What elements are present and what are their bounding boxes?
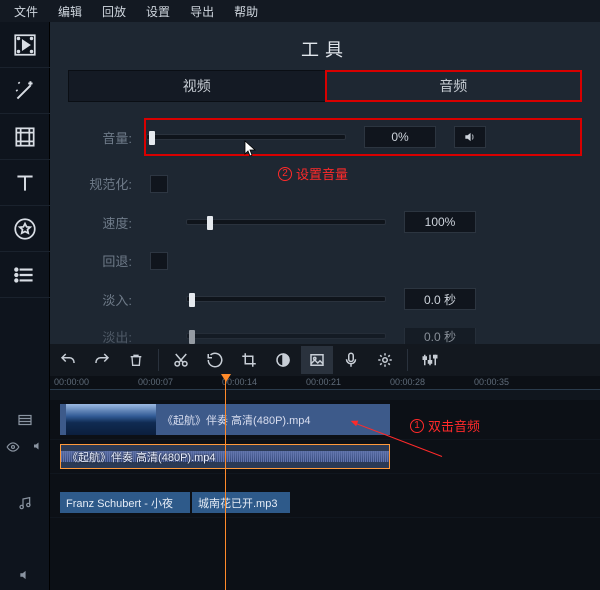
speaker-icon[interactable]	[454, 126, 486, 148]
track-music: Franz Schubert - 小夜 城南花已开.mp3	[50, 488, 600, 518]
slider-fadein[interactable]	[186, 296, 386, 302]
value-speed[interactable]: 100%	[404, 211, 476, 233]
equalizer-icon[interactable]	[414, 346, 446, 374]
clip-mp3-1-label: Franz Schubert - 小夜	[66, 495, 173, 511]
label-speed: 速度:	[86, 213, 132, 232]
menu-export[interactable]: 导出	[180, 1, 224, 22]
track-head-video[interactable]	[0, 400, 50, 440]
row-fadeout: 淡出: 0.0 秒	[68, 328, 582, 344]
label-volume: 音量:	[86, 128, 132, 147]
clip-mp3-2[interactable]: 城南花已开.mp3	[192, 492, 290, 513]
clip-video-label: 《起航》伴奏 高清(480P).mp4	[162, 412, 311, 428]
annotation-2-num: 2	[278, 167, 292, 181]
properties: 音量: 0% 规范化: 2 设置音量 速度:	[68, 118, 582, 344]
tab-audio[interactable]: 音频	[326, 71, 582, 101]
track-controls	[0, 440, 50, 456]
magic-icon[interactable]	[0, 68, 50, 114]
label-normalize: 规范化:	[86, 174, 132, 193]
track-audio-linked: 《起航》伴奏 高清(480P).mp4	[50, 440, 600, 474]
clip-thumbnail	[66, 404, 156, 435]
menu-settings[interactable]: 设置	[136, 1, 180, 22]
menu-playback[interactable]: 回放	[92, 1, 136, 22]
clip-audio-label: 《起航》伴奏 高清(480P).mp4	[67, 449, 216, 465]
checkbox-rollback[interactable]	[150, 252, 168, 270]
tab-video[interactable]: 视频	[69, 71, 326, 101]
contrast-icon[interactable]	[267, 346, 299, 374]
speaker-small-icon[interactable]	[32, 440, 44, 456]
ruler-mark: 00:00:00	[54, 377, 89, 387]
star-icon[interactable]	[0, 206, 50, 252]
checkbox-normalize[interactable]	[150, 175, 168, 193]
clip-mp3-1[interactable]: Franz Schubert - 小夜	[60, 492, 190, 513]
label-rollback: 回退:	[86, 251, 132, 270]
annotation-2-text: 设置音量	[296, 164, 348, 183]
timeline: 00:00:00 00:00:07 00:00:14 00:00:21 00:0…	[50, 376, 600, 590]
menu-bar: 文件 编辑 回放 设置 导出 帮助	[0, 0, 600, 22]
eye-icon[interactable]	[6, 440, 20, 456]
annotation-1: 1 双击音频	[410, 416, 480, 435]
tools-panel: 工具 视频 音频 音量: 0% 规范化: 2	[50, 22, 600, 344]
playhead[interactable]	[225, 376, 226, 590]
menu-file[interactable]: 文件	[4, 1, 48, 22]
mic-icon[interactable]	[335, 346, 367, 374]
value-volume[interactable]: 0%	[364, 126, 436, 148]
rotate-icon[interactable]	[199, 346, 231, 374]
ruler-mark: 00:00:35	[474, 377, 509, 387]
trash-icon[interactable]	[120, 346, 152, 374]
undo-icon[interactable]	[52, 346, 84, 374]
row-speed: 速度: 100%	[68, 211, 582, 233]
slider-speed[interactable]	[186, 219, 386, 225]
panel-title: 工具	[68, 36, 582, 62]
ruler-mark: 00:00:07	[138, 377, 173, 387]
filmstrip-icon[interactable]	[0, 114, 50, 160]
value-fadein[interactable]: 0.0 秒	[404, 288, 476, 310]
track-head-music[interactable]	[0, 488, 50, 518]
value-fadeout[interactable]: 0.0 秒	[404, 328, 476, 344]
annotation-2: 2 设置音量	[278, 164, 348, 183]
left-strip-extension	[0, 344, 50, 590]
tabs: 视频 音频	[68, 70, 582, 102]
annotation-1-num: 1	[410, 419, 424, 433]
crop-icon[interactable]	[233, 346, 265, 374]
menu-help[interactable]: 帮助	[224, 1, 268, 22]
redo-icon[interactable]	[86, 346, 118, 374]
time-ruler[interactable]: 00:00:00 00:00:07 00:00:14 00:00:21 00:0…	[50, 376, 600, 390]
cut-icon[interactable]	[165, 346, 197, 374]
label-fadein: 淡入:	[86, 290, 132, 309]
clip-mp3-2-label: 城南花已开.mp3	[198, 495, 277, 511]
ruler-mark: 00:00:28	[390, 377, 425, 387]
row-rollback: 回退:	[68, 251, 582, 270]
image-icon[interactable]	[301, 346, 333, 374]
cursor-icon	[244, 140, 258, 158]
row-fadein: 淡入: 0.0 秒	[68, 288, 582, 310]
annotation-1-text: 双击音频	[428, 416, 480, 435]
row-volume: 音量: 0%	[68, 118, 582, 156]
menu-edit[interactable]: 编辑	[48, 1, 92, 22]
timeline-toolbar	[50, 344, 600, 376]
ruler-mark: 00:00:21	[306, 377, 341, 387]
left-tool-strip	[0, 22, 50, 344]
track-video: 《起航》伴奏 高清(480P).mp4	[50, 400, 600, 440]
list-icon[interactable]	[0, 252, 50, 298]
text-icon[interactable]	[0, 160, 50, 206]
slider-fadeout[interactable]	[186, 333, 386, 339]
media-icon[interactable]	[0, 22, 50, 68]
label-fadeout: 淡出:	[86, 328, 132, 344]
gear-icon[interactable]	[369, 346, 401, 374]
track-head-audio[interactable]	[0, 568, 50, 582]
